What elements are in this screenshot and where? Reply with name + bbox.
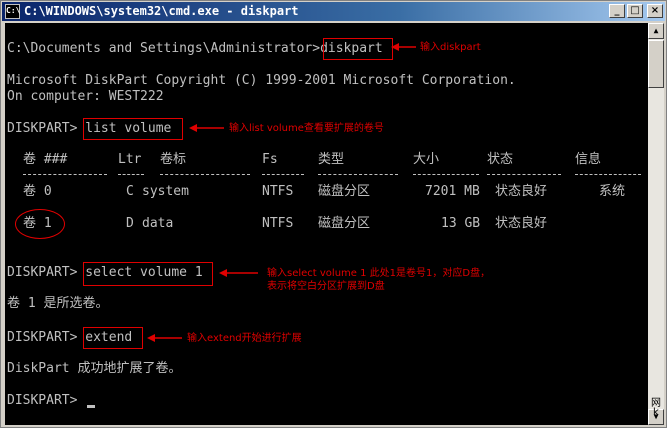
cell-type: 磁盘分区: [318, 184, 371, 199]
cell-ltr: C: [126, 184, 134, 199]
console-line-selected: 卷 1 是所选卷。: [7, 296, 109, 311]
highlight-box-list-volume: [83, 118, 183, 140]
highlight-box-select-volume: [83, 262, 213, 286]
cell-status: 状态良好: [495, 184, 548, 199]
highlight-box-extend: [83, 327, 143, 349]
window-title: C:\WINDOWS\system32\cmd.exe - diskpart: [24, 4, 299, 18]
cell-fs: NTFS: [262, 184, 294, 199]
minimize-button[interactable]: _: [609, 4, 625, 18]
annotation-select-volume-detail: 表示将空白分区扩展到D盘: [267, 281, 385, 292]
console-output[interactable]: C:\Documents and Settings\Administrator>…: [5, 23, 648, 425]
maximize-button[interactable]: □: [627, 4, 643, 18]
arrow-icon: [147, 334, 182, 342]
highlight-ellipse-volume-1: [15, 209, 65, 239]
table-header-status: 状态: [487, 152, 514, 167]
cell-size: 13 GB: [441, 216, 481, 231]
console-line-prompt[interactable]: DISKPART>: [7, 393, 85, 409]
cell-label: system: [142, 184, 189, 199]
cell-status: 状态良好: [495, 216, 548, 231]
cell-fs: NTFS: [262, 216, 294, 231]
title-bar[interactable]: C:\ C:\WINDOWS\system32\cmd.exe - diskpa…: [2, 2, 665, 21]
annotation-list-volume: 输入list volume查看要扩展的卷号: [229, 123, 384, 134]
arrow-icon: [189, 124, 224, 132]
table-header-volume: 卷 ###: [23, 152, 68, 167]
cmd-app-icon[interactable]: C:\: [5, 4, 20, 19]
text-cursor: [87, 405, 95, 408]
annotation-extend: 输入extend开始进行扩展: [187, 333, 302, 344]
vertical-scrollbar[interactable]: ▲ ▼ 网 k: [648, 23, 664, 425]
table-header-label: 卷标: [160, 152, 187, 167]
cmd-window: C:\ C:\WINDOWS\system32\cmd.exe - diskpa…: [0, 0, 667, 428]
watermark-char: k: [653, 407, 659, 418]
table-header-ltr: Ltr: [118, 152, 142, 167]
table-header-info: 信息: [575, 152, 602, 167]
annotation-diskpart: 输入diskpart: [420, 42, 481, 53]
table-header-type: 类型: [318, 152, 345, 167]
table-header-fs: Fs: [262, 152, 278, 167]
cell-label: data: [142, 216, 174, 231]
annotation-select-volume: 输入select volume 1 此处1是卷号1，对应D盘，: [267, 268, 491, 279]
console-line-success: DiskPart 成功地扩展了卷。: [7, 361, 182, 376]
highlight-box-diskpart: [323, 38, 393, 60]
cell-type: 磁盘分区: [318, 216, 371, 231]
arrow-icon: [391, 43, 416, 51]
cell-info: 系统: [599, 184, 626, 199]
cell-volume: 卷 0: [23, 184, 52, 199]
cell-ltr: D: [126, 216, 134, 231]
console-line-computer: On computer: WEST222: [7, 89, 164, 104]
close-button[interactable]: ×: [647, 4, 663, 18]
table-header-size: 大小: [413, 152, 440, 167]
scroll-thumb[interactable]: [648, 40, 664, 88]
scroll-up-button[interactable]: ▲: [648, 23, 664, 39]
cell-size: 7201 MB: [425, 184, 480, 199]
arrow-icon: [219, 269, 258, 277]
console-line-copyright: Microsoft DiskPart Copyright (C) 1999-20…: [7, 73, 516, 88]
